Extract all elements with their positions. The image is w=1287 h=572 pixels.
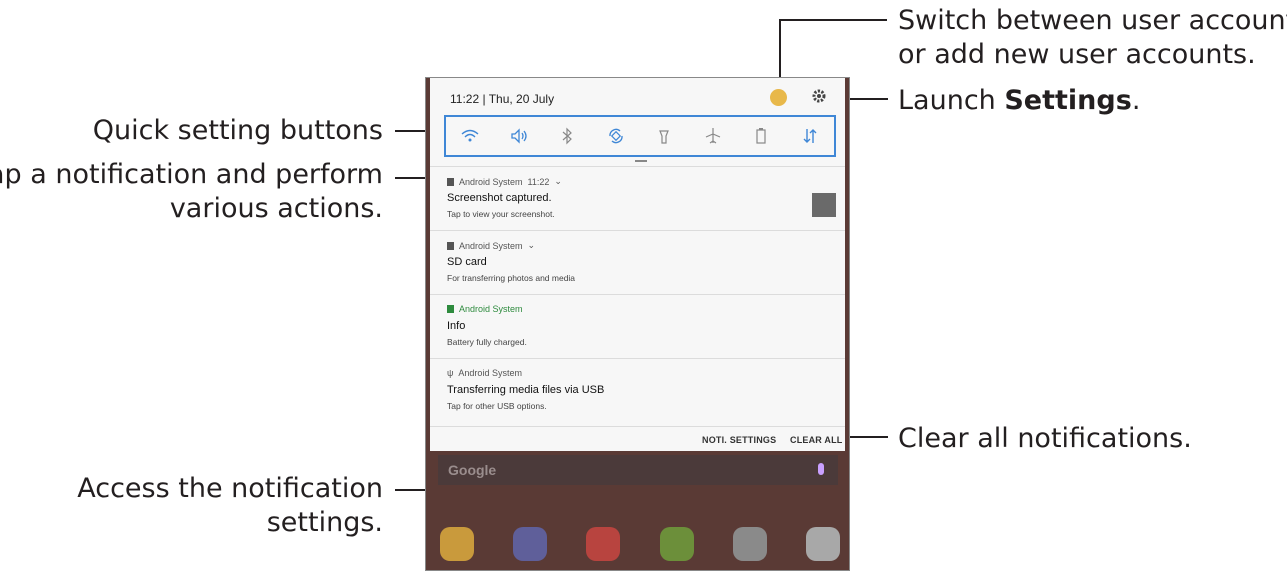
notification-header: Android System ⌄ xyxy=(447,240,535,251)
gallery-app-icon[interactable] xyxy=(440,527,474,561)
notification-app: Android System xyxy=(459,240,523,251)
mobile-data-icon[interactable] xyxy=(796,122,824,150)
wifi-icon[interactable] xyxy=(456,122,484,150)
bluetooth-icon[interactable] xyxy=(553,122,581,150)
chevron-down-icon[interactable]: ⌄ xyxy=(528,240,536,251)
google-search-bar[interactable]: Google xyxy=(438,455,838,485)
notification-header: Android System xyxy=(447,304,523,314)
leader-line-accounts-h xyxy=(779,19,887,21)
flashlight-icon[interactable] xyxy=(650,122,678,150)
notification-title: Screenshot captured. xyxy=(447,192,552,204)
usb-icon: ψ xyxy=(447,368,454,378)
drag-handle[interactable] xyxy=(635,160,647,162)
notification-item[interactable]: Android System 11:22 ⌄ Screenshot captur… xyxy=(430,166,845,231)
notification-app: Android System xyxy=(459,176,523,187)
callout-tap-notification: Tap a notification and perform various a… xyxy=(0,159,383,224)
notification-title: SD card xyxy=(447,256,487,268)
gear-icon[interactable] xyxy=(811,88,827,104)
notification-text: Tap to view your screenshot. xyxy=(447,209,555,219)
callout-access-settings: Access the notification settings. xyxy=(77,473,383,538)
clear-all-button[interactable]: CLEAR ALL xyxy=(790,435,842,445)
notification-header: ψ Android System xyxy=(447,368,522,378)
notification-panel: 11:22 | Thu, 20 July Android System 11:2… xyxy=(430,78,845,451)
noti-settings-button[interactable]: NOTI. SETTINGS xyxy=(702,435,776,445)
screenshot-thumbnail[interactable] xyxy=(812,193,836,217)
date-time: 11:22 | Thu, 20 July xyxy=(450,92,555,106)
device-screen: 11:22 | Thu, 20 July Android System 11:2… xyxy=(425,77,850,571)
game-app-icon[interactable] xyxy=(659,527,694,561)
play-store-app-icon[interactable] xyxy=(732,527,767,561)
notification-app: Android System xyxy=(458,368,522,378)
camera-app-icon[interactable] xyxy=(513,527,548,561)
mic-icon[interactable] xyxy=(818,463,824,475)
status-bar: 11:22 | Thu, 20 July xyxy=(430,78,845,114)
sd-card-icon xyxy=(447,241,454,250)
email-app-icon[interactable] xyxy=(586,527,621,561)
quick-settings-bar xyxy=(444,115,836,157)
sound-icon[interactable] xyxy=(505,122,533,150)
notification-text: Tap for other USB options. xyxy=(447,401,547,411)
battery-icon xyxy=(447,305,454,313)
image-icon xyxy=(447,177,454,186)
apps-folder-icon[interactable] xyxy=(805,527,840,561)
auto-rotate-icon[interactable] xyxy=(602,122,630,150)
notification-title: Transferring media files via USB xyxy=(447,384,605,396)
power-saving-icon[interactable] xyxy=(747,122,775,150)
chevron-down-icon[interactable]: ⌄ xyxy=(554,176,562,187)
callout-user-accounts: Switch between user accounts or add new … xyxy=(898,5,1287,70)
notification-text: Battery fully charged. xyxy=(447,337,527,347)
notification-title: Info xyxy=(447,320,466,332)
notification-text: For transferring photos and media xyxy=(447,273,576,283)
notification-item[interactable]: ψ Android System Transferring media file… xyxy=(430,358,845,423)
notification-item[interactable]: Android System Info Battery fully charge… xyxy=(430,294,845,359)
callout-clear-all: Clear all notifications. xyxy=(898,423,1192,454)
callout-launch-settings: Launch Settings. xyxy=(898,85,1141,116)
app-dock xyxy=(440,519,840,569)
callout-quick-settings: Quick setting buttons xyxy=(92,115,383,146)
notification-app: Android System xyxy=(459,304,523,314)
notification-time: 11:22 xyxy=(527,176,550,187)
user-account-icon[interactable] xyxy=(770,89,787,106)
notification-actions: NOTI. SETTINGS CLEAR ALL xyxy=(430,426,845,452)
notification-header: Android System 11:22 ⌄ xyxy=(447,176,562,187)
google-logo: Google xyxy=(448,462,497,478)
airplane-mode-icon[interactable] xyxy=(699,122,727,150)
notification-item[interactable]: Android System ⌄ SD card For transferrin… xyxy=(430,230,845,295)
